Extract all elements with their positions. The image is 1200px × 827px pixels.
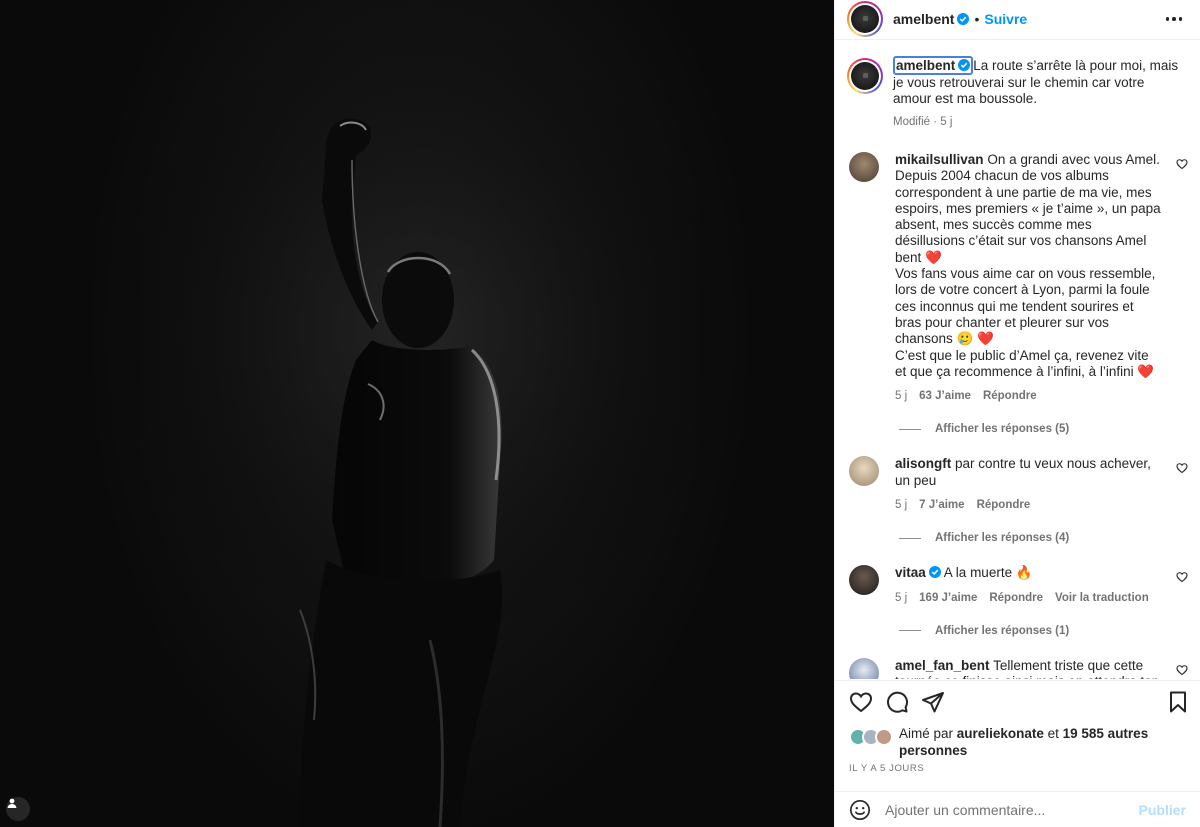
comment-item: vitaa A la muerte 🔥 5 j 169 J’aime Répon… bbox=[835, 565, 1200, 606]
like-heart-icon[interactable] bbox=[849, 690, 873, 714]
translate-button[interactable]: Voir la traduction bbox=[1055, 590, 1149, 606]
post-side-panel: amelbent • Suivre amelbent La route s’arr… bbox=[834, 0, 1200, 827]
comment-like-heart-icon[interactable] bbox=[1176, 158, 1188, 170]
comment-likes[interactable]: 7 J’aime bbox=[919, 497, 964, 513]
comment-time[interactable]: 5 j bbox=[895, 497, 907, 513]
tagged-users-button[interactable] bbox=[6, 797, 30, 821]
comment-text: On a grandi avec vous Amel. Depuis 2004 … bbox=[895, 152, 1161, 265]
comment-text: A la muerte 🔥 bbox=[943, 565, 1033, 581]
caption-meta: Modifié · 5 j bbox=[893, 115, 953, 128]
comment-item: mikailsullivan On a grandi avec vous Ame… bbox=[835, 152, 1200, 404]
publish-button[interactable]: Publier bbox=[1139, 802, 1186, 818]
comment-actions: 5 j 63 J’aime Répondre bbox=[895, 388, 1161, 404]
likes-summary[interactable]: Aimé par aureliekonate et 19 585 autres … bbox=[849, 726, 1186, 759]
post-time-ago[interactable]: IL Y A 5 JOURS bbox=[849, 763, 924, 774]
comment-bubble-icon[interactable] bbox=[885, 690, 909, 714]
post-photo[interactable] bbox=[0, 0, 834, 827]
likes-prefix: Aimé par bbox=[899, 726, 954, 741]
commenter-avatar[interactable] bbox=[849, 657, 879, 679]
view-replies-button[interactable]: Afficher les réponses (5) bbox=[899, 423, 1200, 435]
comment-likes[interactable]: 63 J’aime bbox=[919, 388, 971, 404]
comment-like-heart-icon[interactable] bbox=[1176, 664, 1188, 676]
post-dialog: amelbent • Suivre amelbent La route s’arr… bbox=[0, 0, 1200, 827]
comments-list[interactable]: amelbent La route s’arrête là pour moi, m… bbox=[835, 39, 1200, 679]
author-avatar[interactable] bbox=[847, 1, 883, 37]
post-header: amelbent • Suivre bbox=[835, 0, 1200, 38]
share-send-icon[interactable] bbox=[921, 690, 945, 714]
save-bookmark-icon[interactable] bbox=[1166, 690, 1190, 714]
comment-input[interactable] bbox=[885, 801, 1139, 818]
comment-like-heart-icon[interactable] bbox=[1176, 462, 1188, 474]
reply-button[interactable]: Répondre bbox=[989, 590, 1043, 606]
author-username[interactable]: amelbent bbox=[893, 11, 954, 27]
comment-composer: Publier bbox=[835, 791, 1200, 827]
likes-middle: et bbox=[1047, 726, 1059, 741]
comment-likes[interactable]: 169 J’aime bbox=[919, 590, 977, 606]
performer-silhouette bbox=[0, 0, 834, 827]
user-icon bbox=[7, 798, 17, 808]
comment-item: alisongft par contre tu veux nous acheve… bbox=[835, 456, 1200, 513]
commenter-avatar[interactable] bbox=[849, 152, 879, 182]
likers-avatars bbox=[849, 726, 895, 746]
verified-badge-icon bbox=[928, 566, 941, 579]
commenter-avatar[interactable] bbox=[849, 456, 879, 487]
post-caption: amelbent La route s’arrête là pour moi, m… bbox=[835, 40, 1200, 130]
verified-badge-icon bbox=[957, 13, 970, 25]
comment-like-heart-icon[interactable] bbox=[1176, 571, 1188, 583]
comment-actions: 5 j 7 J’aime Répondre bbox=[895, 497, 1161, 513]
header-separator: • bbox=[974, 11, 980, 27]
comment-item: amel_fan_bent Tellement triste que cette… bbox=[835, 657, 1200, 679]
verified-badge-icon bbox=[958, 59, 971, 71]
comment-text: Vos fans vous aime car on vous ressemble… bbox=[895, 266, 1156, 347]
commenter-username[interactable]: vitaa bbox=[895, 565, 926, 580]
liker-username[interactable]: aureliekonate bbox=[957, 726, 1044, 741]
view-replies-button[interactable]: Afficher les réponses (4) bbox=[899, 532, 1200, 544]
comment-time[interactable]: 5 j bbox=[895, 590, 907, 606]
emoji-smiley-icon[interactable] bbox=[849, 799, 871, 821]
reply-button[interactable]: Répondre bbox=[983, 388, 1037, 404]
comment-text: C’est que le public d’Amel ça, revenez v… bbox=[895, 347, 1155, 379]
comment-time[interactable]: 5 j bbox=[895, 388, 907, 404]
commenter-avatar[interactable] bbox=[849, 565, 879, 596]
caption-author-avatar[interactable] bbox=[847, 58, 883, 94]
view-replies-button[interactable]: Afficher les réponses (1) bbox=[899, 625, 1200, 637]
commenter-username[interactable]: amel_fan_bent bbox=[895, 658, 990, 673]
caption-username[interactable]: amelbent bbox=[893, 56, 974, 75]
reply-button[interactable]: Répondre bbox=[977, 497, 1031, 513]
commenter-username[interactable]: alisongft bbox=[895, 456, 951, 471]
more-options-icon[interactable] bbox=[1162, 13, 1187, 25]
commenter-username[interactable]: mikailsullivan bbox=[895, 152, 984, 167]
comment-actions: 5 j 169 J’aime Répondre Voir la traducti… bbox=[895, 590, 1161, 606]
post-action-bar bbox=[835, 680, 1200, 722]
follow-button[interactable]: Suivre bbox=[984, 11, 1027, 27]
